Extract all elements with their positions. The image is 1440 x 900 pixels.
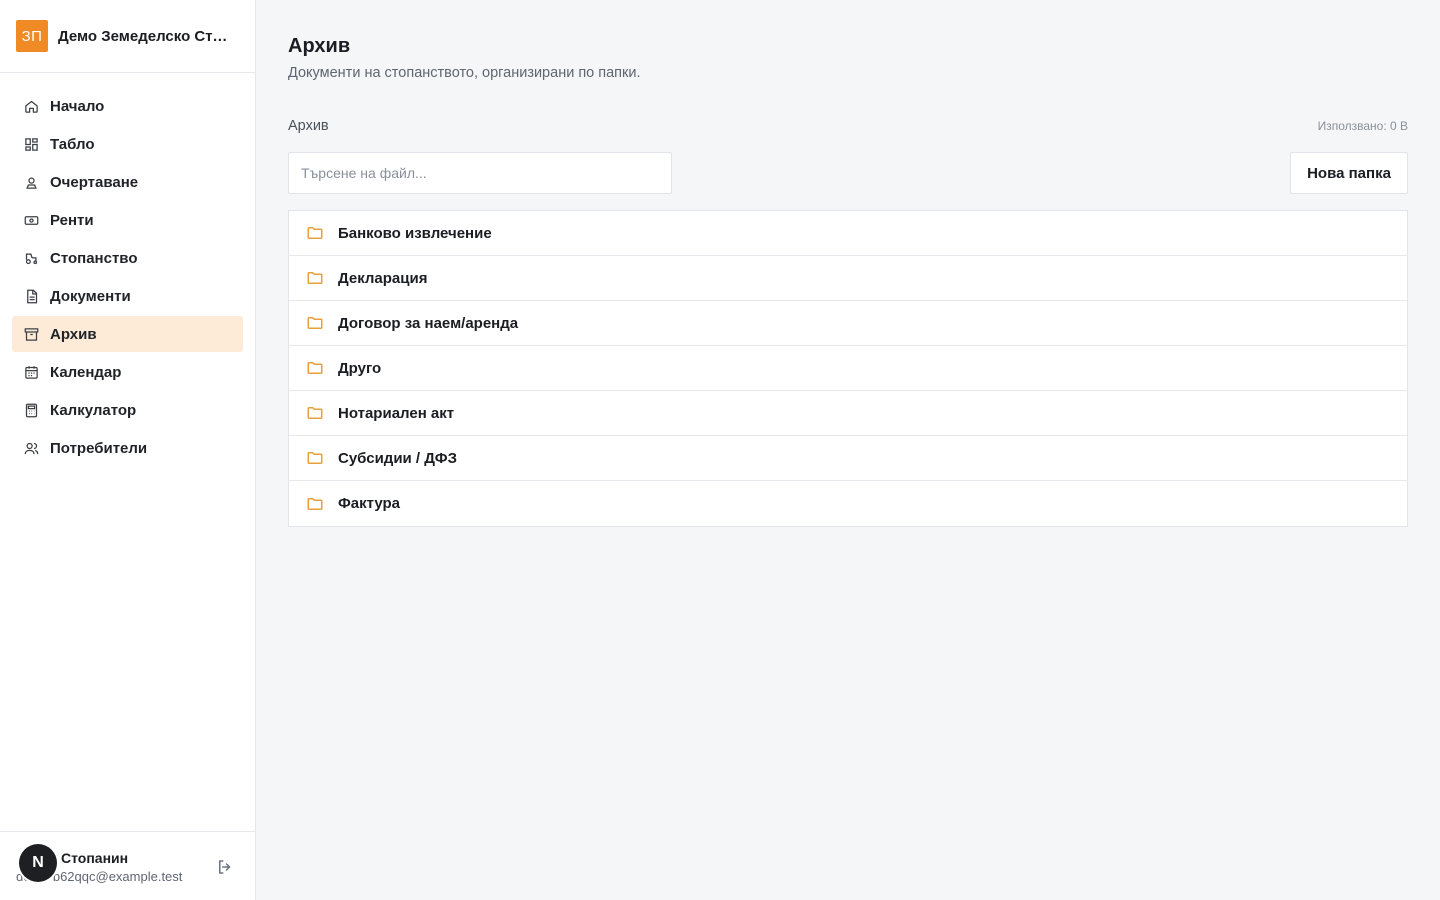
folder-icon: [306, 224, 324, 242]
brand[interactable]: ЗП Демо Земеделско Стопанство: [0, 0, 255, 73]
sidebar-nav: Начало Табло Очертаване Ренти Стопанство: [0, 73, 255, 466]
sidebar-item-label: Начало: [50, 97, 105, 115]
calculator-icon: [24, 403, 39, 418]
calendar-icon: [24, 365, 39, 380]
page-subtitle: Документи на стопанството, организирани …: [288, 65, 641, 81]
folder-icon: [306, 359, 324, 377]
page-title: Архив: [288, 35, 351, 57]
sidebar-item-archive[interactable]: Архив: [12, 316, 243, 352]
folder-name: Декларация: [338, 269, 428, 287]
folder-list: Банково извлечение Декларация Договор за…: [288, 210, 1408, 527]
folder-row[interactable]: Субсидии / ДФЗ: [289, 436, 1407, 481]
sidebar-item-calendar[interactable]: Календар: [12, 354, 243, 390]
folder-icon: [306, 449, 324, 467]
sidebar-item-dashboard[interactable]: Табло: [12, 126, 243, 162]
sidebar-item-label: Ренти: [50, 211, 94, 229]
folder-row[interactable]: Договор за наем/аренда: [289, 301, 1407, 346]
tractor-icon: [24, 251, 39, 266]
document-icon: [24, 289, 39, 304]
sidebar-item-label: Табло: [50, 135, 95, 153]
banknote-icon: [24, 213, 39, 228]
search-input[interactable]: [288, 152, 672, 194]
folder-row[interactable]: Друго: [289, 346, 1407, 391]
sidebar-item-label: Очертаване: [50, 173, 139, 191]
sidebar-item-home[interactable]: Начало: [12, 88, 243, 124]
home-icon: [24, 99, 39, 114]
new-folder-button[interactable]: Нова папка: [1290, 152, 1408, 194]
folder-icon: [306, 404, 324, 422]
folder-icon: [306, 269, 324, 287]
sidebar-item-label: Документи: [50, 287, 131, 305]
archive-icon: [24, 327, 39, 342]
folder-row[interactable]: Нотариален акт: [289, 391, 1407, 436]
map-pin-icon: [24, 175, 39, 190]
folder-row[interactable]: Фактура: [289, 481, 1407, 526]
folder-name: Друго: [338, 359, 382, 377]
breadcrumb[interactable]: Архив: [288, 118, 329, 134]
avatar[interactable]: N: [19, 844, 57, 882]
sidebar-item-outlining[interactable]: Очертаване: [12, 164, 243, 200]
sidebar-item-label: Стопанство: [50, 249, 138, 267]
users-icon: [24, 441, 39, 456]
sidebar-item-label: Архив: [50, 325, 97, 343]
folder-name: Банково извлечение: [338, 224, 492, 242]
sidebar-item-farm[interactable]: Стопанство: [12, 240, 243, 276]
folder-name: Нотариален акт: [338, 404, 455, 422]
brand-badge: ЗП: [16, 20, 48, 52]
folder-row[interactable]: Декларация: [289, 256, 1407, 301]
sidebar-item-label: Потребители: [50, 439, 148, 457]
logout-icon[interactable]: [216, 858, 234, 876]
sidebar-item-calculator[interactable]: Калкулатор: [12, 392, 243, 428]
storage-usage: Използвано: 0 B: [1317, 119, 1408, 133]
folder-icon: [306, 495, 324, 513]
sidebar-item-documents[interactable]: Документи: [12, 278, 243, 314]
sidebar: ЗП Демо Земеделско Стопанство Начало Таб…: [0, 0, 256, 900]
user-name: Стопанин: [61, 850, 129, 866]
folder-name: Договор за наем/аренда: [338, 314, 519, 332]
sidebar-item-label: Калкулатор: [50, 401, 137, 419]
sidebar-item-rents[interactable]: Ренти: [12, 202, 243, 238]
folder-name: Фактура: [338, 495, 401, 512]
sidebar-item-users[interactable]: Потребители: [12, 430, 243, 466]
dashboard-icon: [24, 137, 39, 152]
sidebar-item-label: Календар: [50, 363, 122, 381]
brand-name: Демо Земеделско Стопанство: [58, 27, 236, 45]
folder-name: Субсидии / ДФЗ: [338, 449, 457, 467]
folder-row[interactable]: Банково извлечение: [289, 211, 1407, 256]
folder-icon: [306, 314, 324, 332]
user-panel: Стопанин demo-b62qqc@example.test N: [0, 831, 255, 900]
